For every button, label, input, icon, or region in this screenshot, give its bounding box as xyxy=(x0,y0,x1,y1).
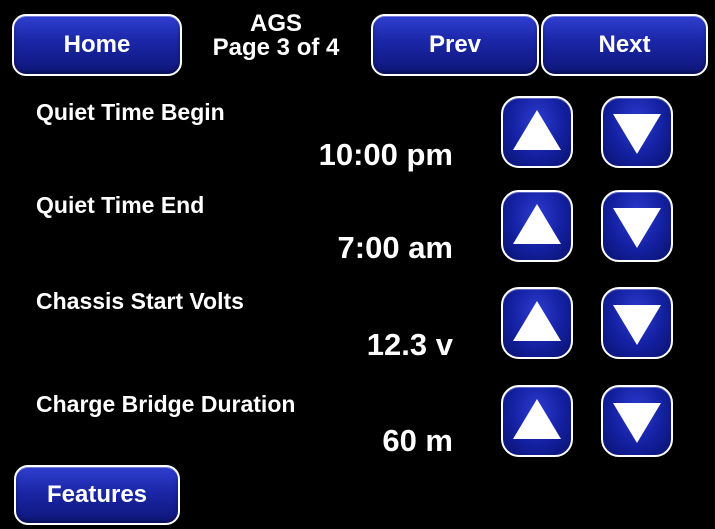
arrow-down-icon xyxy=(613,208,661,248)
chassis-start-volts-up-button[interactable] xyxy=(501,287,573,359)
charge-bridge-duration-value: 60 m xyxy=(382,423,453,458)
home-button[interactable]: Home xyxy=(12,14,182,76)
quiet-time-begin-label: Quiet Time Begin xyxy=(36,99,225,125)
chassis-start-volts-label: Chassis Start Volts xyxy=(36,288,244,314)
chassis-start-volts-down-button[interactable] xyxy=(601,287,673,359)
quiet-time-end-up-button[interactable] xyxy=(501,190,573,262)
page-title: AGS xyxy=(249,10,302,37)
arrow-up-icon xyxy=(513,110,561,150)
quiet-time-begin-down-button[interactable] xyxy=(601,96,673,168)
arrow-up-icon xyxy=(513,204,561,244)
charge-bridge-duration-label: Charge Bridge Duration xyxy=(36,391,296,417)
arrow-down-icon xyxy=(613,403,661,443)
quiet-time-end-label: Quiet Time End xyxy=(36,192,205,218)
quiet-time-begin-value: 10:00 pm xyxy=(318,137,453,172)
quiet-time-end-value: 7:00 am xyxy=(337,230,453,265)
page-indicator: Page 3 of 4 xyxy=(212,34,340,61)
next-button[interactable]: Next xyxy=(541,14,708,76)
arrow-up-icon xyxy=(513,301,561,341)
arrow-down-icon xyxy=(613,305,661,345)
page-header: AGS Page 3 of 4 xyxy=(186,12,366,60)
charge-bridge-duration-down-button[interactable] xyxy=(601,385,673,457)
arrow-up-icon xyxy=(513,399,561,439)
features-button[interactable]: Features xyxy=(14,465,180,525)
quiet-time-end-down-button[interactable] xyxy=(601,190,673,262)
prev-button[interactable]: Prev xyxy=(371,14,539,76)
arrow-down-icon xyxy=(613,114,661,154)
quiet-time-begin-up-button[interactable] xyxy=(501,96,573,168)
chassis-start-volts-value: 12.3 v xyxy=(366,327,453,362)
charge-bridge-duration-up-button[interactable] xyxy=(501,385,573,457)
